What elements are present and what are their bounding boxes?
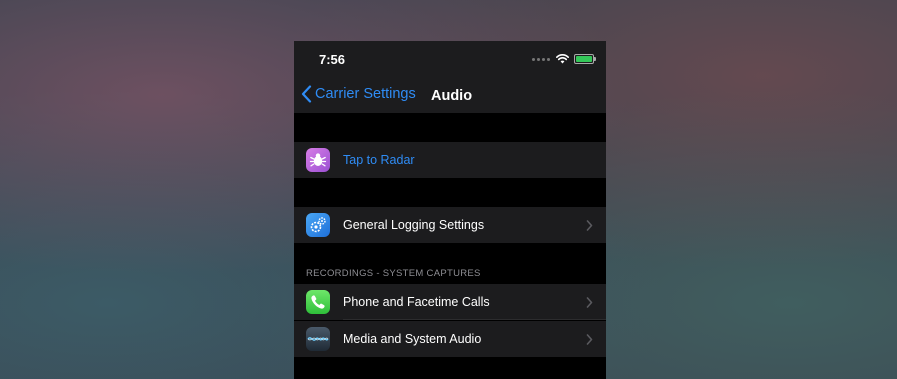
chevron-left-icon bbox=[301, 85, 312, 103]
status-bar: 7:56 bbox=[294, 41, 606, 81]
chevron-right-icon bbox=[586, 334, 593, 345]
waveform-icon bbox=[306, 327, 330, 351]
tap-to-radar-label: Tap to Radar bbox=[343, 153, 415, 167]
gears-icon bbox=[306, 213, 330, 237]
general-logging-settings-row[interactable]: General Logging Settings bbox=[294, 207, 606, 243]
phone-facetime-calls-label: Phone and Facetime Calls bbox=[343, 295, 490, 309]
cellular-signal-icon bbox=[532, 57, 550, 61]
back-button-label: Carrier Settings bbox=[315, 86, 416, 102]
chevron-right-icon bbox=[586, 220, 593, 231]
tap-to-radar-row[interactable]: Tap to Radar bbox=[294, 142, 606, 178]
media-system-audio-row[interactable]: Media and System Audio bbox=[294, 321, 606, 357]
wifi-icon bbox=[556, 54, 569, 64]
bug-icon bbox=[306, 148, 330, 172]
phone-screen: 7:56 Carrier Settings Audio Tap to Radar… bbox=[294, 41, 606, 379]
back-button[interactable]: Carrier Settings bbox=[301, 85, 416, 103]
row-separator bbox=[343, 319, 606, 320]
status-icons bbox=[532, 54, 596, 64]
status-time: 7:56 bbox=[319, 52, 346, 67]
media-system-audio-label: Media and System Audio bbox=[343, 332, 482, 346]
page-title: Audio bbox=[431, 88, 473, 104]
general-logging-settings-label: General Logging Settings bbox=[343, 218, 485, 232]
chevron-right-icon bbox=[586, 297, 593, 308]
phone-icon bbox=[306, 290, 330, 314]
recordings-section-header: RECORDINGS - SYSTEM CAPTURES bbox=[306, 268, 481, 279]
battery-icon bbox=[574, 54, 596, 64]
phone-facetime-calls-row[interactable]: Phone and Facetime Calls bbox=[294, 284, 606, 320]
navigation-bar: Carrier Settings Audio bbox=[294, 81, 606, 113]
